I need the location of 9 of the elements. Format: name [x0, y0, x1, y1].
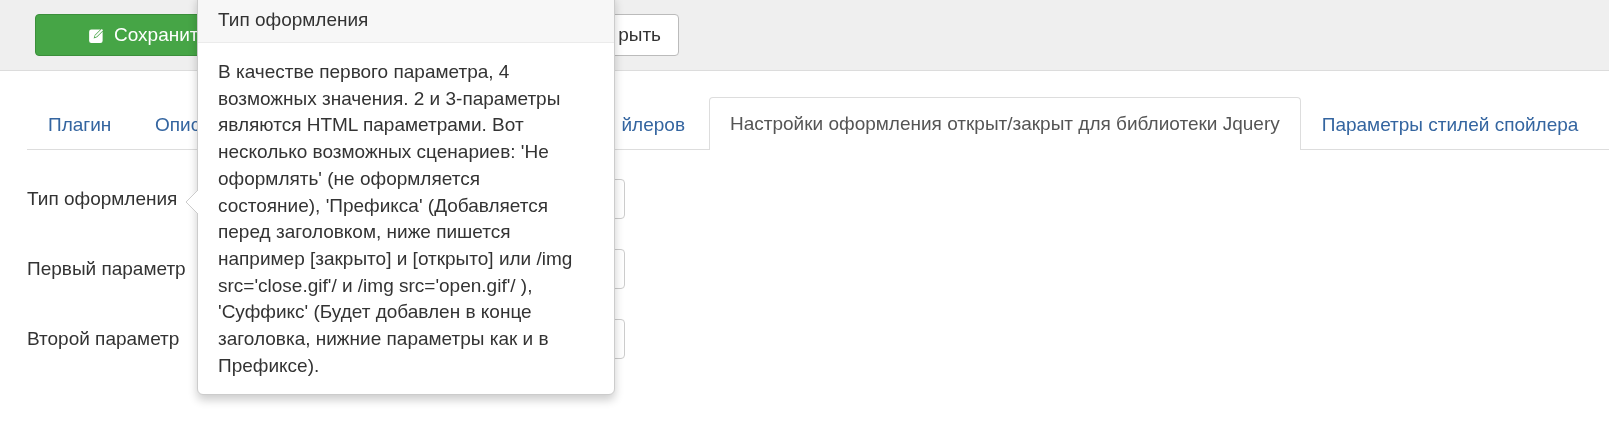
tab[interactable]: Плагин: [27, 98, 134, 150]
tab[interactable]: Настройки оформления открыт/закрыт для библиотеки Jquery: [709, 97, 1301, 150]
field-label: Тип оформления: [27, 188, 178, 209]
tab[interactable]: Параметры стилей спойлера: [1300, 98, 1600, 150]
popover-title: Тип оформления: [198, 0, 614, 43]
edit-icon: [88, 26, 106, 44]
popover-text: В качестве первого параметра, 4 возможных значения. 2 и 3-параметры являются HTML параметрами. Вот несколько возможных сценариев: 'Не оформлять' (не оформляется состояние), 'Префикса' (Добавляется перед заголовком, ниже пишется например [закрыто] и [открыто] или /img src='close.gif'/ и /img src='open.gif'/ ), 'Суффикс' (Будет добавлен в конце заголовка, нижние параметры как и в Префиксе).: [218, 60, 574, 378]
field-label: Второй параметр: [27, 328, 180, 349]
field-label: Первый параметр: [27, 258, 186, 279]
